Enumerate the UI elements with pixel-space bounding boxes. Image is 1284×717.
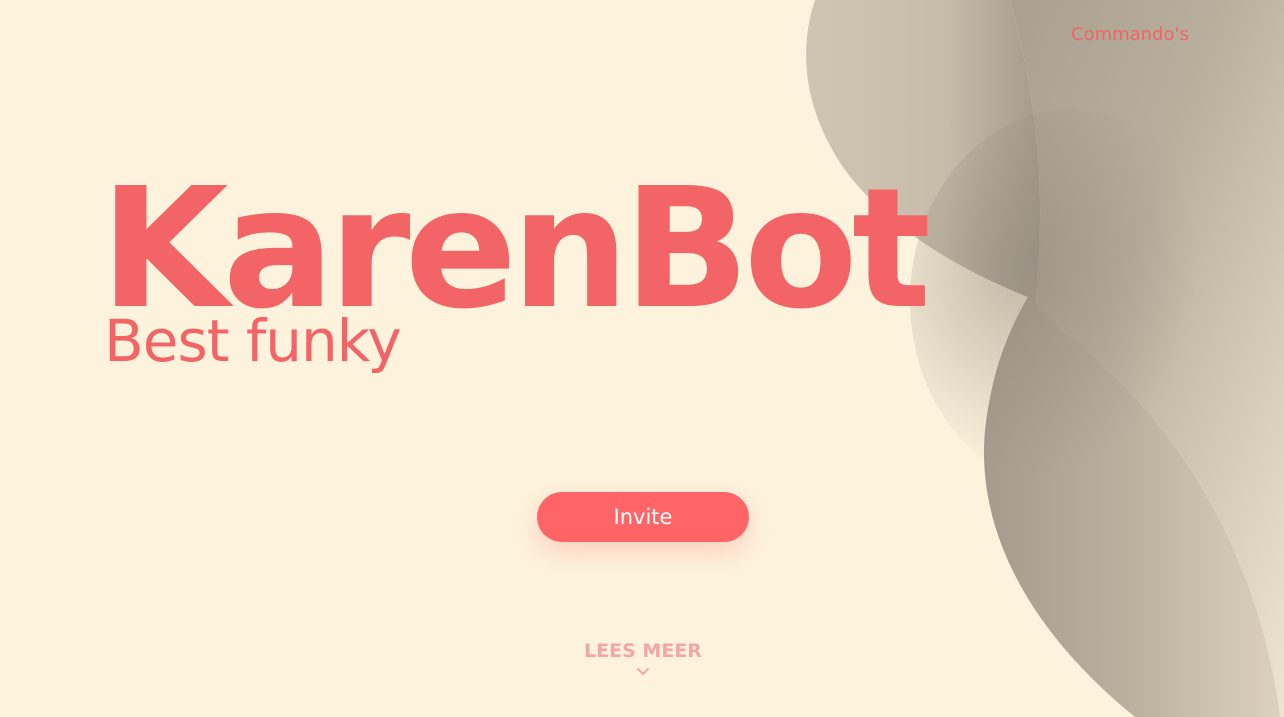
read-more-link[interactable]: LEES MEER — [537, 640, 749, 676]
chevron-down-icon — [637, 668, 649, 675]
hero-section: KarenBot Best funky — [100, 160, 931, 375]
invite-button[interactable]: Invite — [537, 492, 749, 542]
nav-commands-link[interactable]: Commando's — [1071, 24, 1189, 45]
read-more-label: LEES MEER — [584, 640, 702, 662]
